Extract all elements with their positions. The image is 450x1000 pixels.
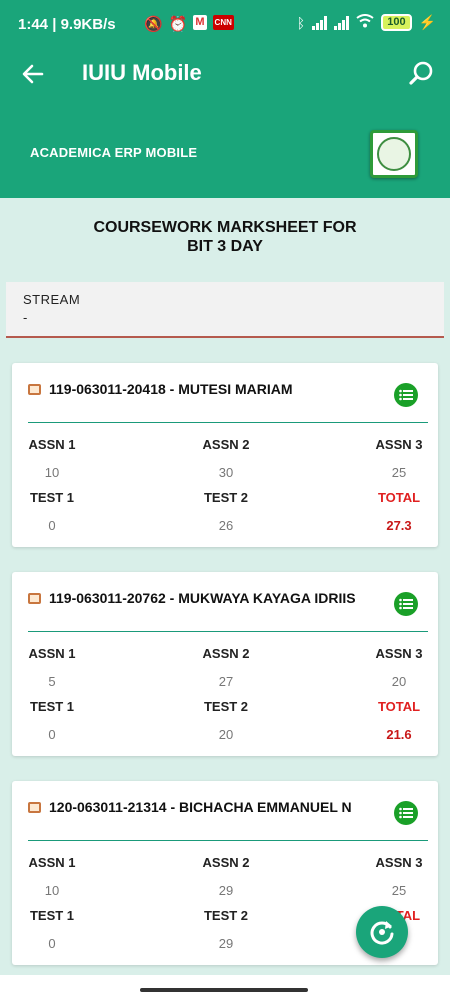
student-title: 119-063011-20418 - MUTESI MARIAM (49, 381, 293, 397)
student-header: 120-063011-21314 - BICHACHA EMMANUEL N (28, 799, 352, 815)
test2-column: TEST 2 26 (201, 490, 251, 533)
student-icon (28, 801, 41, 813)
assn3-column: ASSN 3 25 (373, 437, 425, 480)
stream-label: STREAM (23, 292, 81, 307)
assn1-value: 10 (44, 883, 60, 898)
test2-label: TEST 2 (203, 908, 249, 923)
assn3-column: ASSN 3 25 (373, 855, 425, 898)
signal-1-icon (312, 15, 328, 30)
app-subtitle: ACADEMICA ERP MOBILE (30, 145, 198, 160)
test1-value: 0 (48, 518, 56, 533)
assn2-column: ASSN 2 27 (201, 646, 251, 689)
status-notification-icons: 🔕 ⏰ M CNN (144, 15, 234, 33)
assn2-value: 30 (218, 465, 234, 480)
status-time: 1:44 | 9.9KB/s (18, 16, 116, 33)
assn2-value: 29 (218, 883, 234, 898)
assn2-value: 27 (218, 674, 234, 689)
gmail-icon: M (193, 15, 207, 30)
assn3-label: ASSN 3 (375, 646, 423, 661)
total-column: TOTAL 21.6 (373, 699, 425, 742)
refresh-icon (370, 921, 394, 945)
student-icon (28, 383, 41, 395)
assn2-column: ASSN 2 30 (201, 437, 251, 480)
test2-value: 26 (218, 518, 234, 533)
test2-value: 20 (218, 727, 234, 742)
assn2-label: ASSN 2 (202, 437, 250, 452)
app-bar: IUIU Mobile ACADEMICA ERP MOBILE (0, 50, 450, 198)
student-card[interactable]: 119-063011-20762 - MUKWAYA KAYAGA IDRIIS… (12, 572, 438, 756)
logo-emblem-icon (377, 137, 411, 171)
wifi-icon (356, 14, 374, 31)
list-icon[interactable] (394, 801, 418, 825)
student-header: 119-063011-20762 - MUKWAYA KAYAGA IDRIIS (28, 590, 356, 606)
student-header: 119-063011-20418 - MUTESI MARIAM (28, 381, 293, 397)
test2-value: 29 (218, 936, 234, 951)
bluetooth-icon: ᛒ (296, 14, 306, 31)
card-divider (28, 631, 428, 632)
assn1-label: ASSN 1 (28, 646, 76, 661)
assn3-value: 20 (391, 674, 407, 689)
test1-column: TEST 1 0 (28, 490, 76, 533)
assn1-label: ASSN 1 (28, 855, 76, 870)
assn3-value: 25 (391, 883, 407, 898)
page-heading: COURSEWORK MARKSHEET FOR BIT 3 DAY (0, 218, 450, 256)
total-label: TOTAL (377, 699, 421, 714)
assn1-column: ASSN 1 10 (28, 855, 76, 898)
battery-icon: 100 (381, 14, 412, 31)
test1-column: TEST 1 0 (28, 699, 76, 742)
total-value: 27.3 (386, 518, 412, 533)
assn2-label: ASSN 2 (202, 646, 250, 661)
status-bar: 1:44 | 9.9KB/s 🔕 ⏰ M CNN ᛒ 100 ⚡ (0, 0, 450, 50)
assn1-value: 10 (44, 465, 60, 480)
alarm-icon: ⏰ (168, 16, 188, 33)
charging-icon: ⚡ (418, 14, 436, 30)
test2-label: TEST 2 (203, 490, 249, 505)
search-icon[interactable] (406, 59, 436, 89)
mute-notifications-icon: 🔕 (144, 16, 163, 33)
assn3-column: ASSN 3 20 (373, 646, 425, 689)
refresh-button[interactable] (356, 906, 408, 958)
university-logo (370, 130, 418, 178)
assn1-value: 5 (48, 674, 56, 689)
heading-line-2: BIT 3 DAY (187, 238, 263, 255)
test1-value: 0 (48, 727, 56, 742)
card-divider (28, 840, 428, 841)
signal-2-icon (334, 15, 350, 30)
assn3-label: ASSN 3 (375, 855, 423, 870)
assn3-value: 25 (391, 465, 407, 480)
test2-label: TEST 2 (203, 699, 249, 714)
assn3-label: ASSN 3 (375, 437, 423, 452)
list-icon[interactable] (394, 383, 418, 407)
status-system-icons: ᛒ 100 ⚡ (297, 14, 436, 31)
test1-value: 0 (48, 936, 56, 951)
test1-label: TEST 1 (29, 908, 75, 923)
assn1-column: ASSN 1 5 (28, 646, 76, 689)
arrow-left-icon[interactable] (18, 58, 50, 90)
test2-column: TEST 2 20 (201, 699, 251, 742)
assn1-column: ASSN 1 10 (28, 437, 76, 480)
heading-line-1: COURSEWORK MARKSHEET FOR (93, 219, 357, 236)
cnn-icon: CNN (212, 15, 234, 30)
card-divider (28, 422, 428, 423)
stream-field[interactable]: STREAM - (6, 282, 444, 338)
total-column: TOTAL 27.3 (373, 490, 425, 533)
test1-label: TEST 1 (29, 490, 75, 505)
student-title: 119-063011-20762 - MUKWAYA KAYAGA IDRIIS (49, 590, 356, 606)
test1-label: TEST 1 (29, 699, 75, 714)
list-icon[interactable] (394, 592, 418, 616)
student-title: 120-063011-21314 - BICHACHA EMMANUEL N (49, 799, 352, 815)
app-title: IUIU Mobile (82, 60, 202, 85)
total-value: 21.6 (386, 727, 412, 742)
home-gesture-handle[interactable] (140, 988, 308, 992)
student-icon (28, 592, 41, 604)
test2-column: TEST 2 29 (201, 908, 251, 951)
system-navigation-bar (0, 975, 450, 1000)
assn2-label: ASSN 2 (202, 855, 250, 870)
stream-value: - (23, 310, 28, 325)
assn1-label: ASSN 1 (28, 437, 76, 452)
total-label: TOTAL (377, 490, 421, 505)
test1-column: TEST 1 0 (28, 908, 76, 951)
student-card[interactable]: 119-063011-20418 - MUTESI MARIAM ASSN 1 1… (12, 363, 438, 547)
assn2-column: ASSN 2 29 (201, 855, 251, 898)
